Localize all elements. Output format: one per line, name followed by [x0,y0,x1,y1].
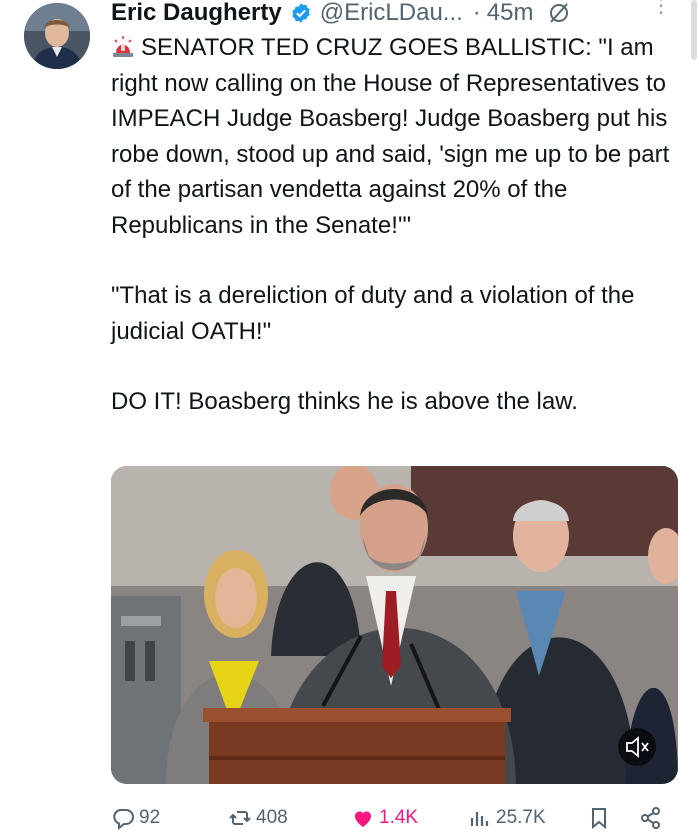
tweet-paragraph-3: DO IT! Boasberg thinks he is above the l… [111,388,578,415]
tweet-paragraph-1: SENATOR TED CRUZ GOES BALLISTIC: "I am r… [111,34,676,239]
repost-count: 408 [256,807,288,828]
views-count: 25.7K [496,807,546,828]
repost-icon [229,811,251,825]
separator-dot: · [472,0,481,26]
heart-icon [355,811,371,827]
author-name[interactable]: Eric Daugherty [111,0,282,27]
volume-muted-icon [626,736,649,758]
siren-emoji-icon [111,33,135,57]
reply-icon [113,809,134,830]
scrollbar[interactable] [691,0,697,60]
author-avatar[interactable] [24,3,90,69]
like-count: 1.4K [379,807,419,828]
bookmark-button[interactable] [587,800,611,836]
tweet-header: Eric Daugherty @EricLDau... · 45m [111,0,571,26]
share-button[interactable] [639,800,663,836]
video-frame [111,466,678,784]
video-player[interactable] [111,466,678,784]
views-chart-icon [470,812,489,826]
share-icon [641,807,660,829]
bookmark-icon [592,808,606,830]
author-handle[interactable]: @EricLDau... [320,0,463,27]
tweet-text: SENATOR TED CRUZ GOES BALLISTIC: "I am r… [111,30,681,420]
like-button[interactable]: 1.4K [351,800,418,836]
views-button[interactable]: 25.7K [468,800,546,836]
verified-badge-icon [290,2,312,24]
tweet-actions: 92 408 1.4K 25.7K [111,800,681,836]
timestamp[interactable]: 45m [487,0,534,27]
reply-button[interactable]: 92 [111,800,160,836]
more-options-icon[interactable]: ⋮ [650,0,672,28]
grok-icon[interactable] [547,1,571,25]
repost-button[interactable]: 408 [228,800,288,836]
reply-count: 92 [139,807,161,828]
mute-button[interactable] [618,728,656,766]
tweet-paragraph-2: "That is a dereliction of duty and a vio… [111,282,642,345]
